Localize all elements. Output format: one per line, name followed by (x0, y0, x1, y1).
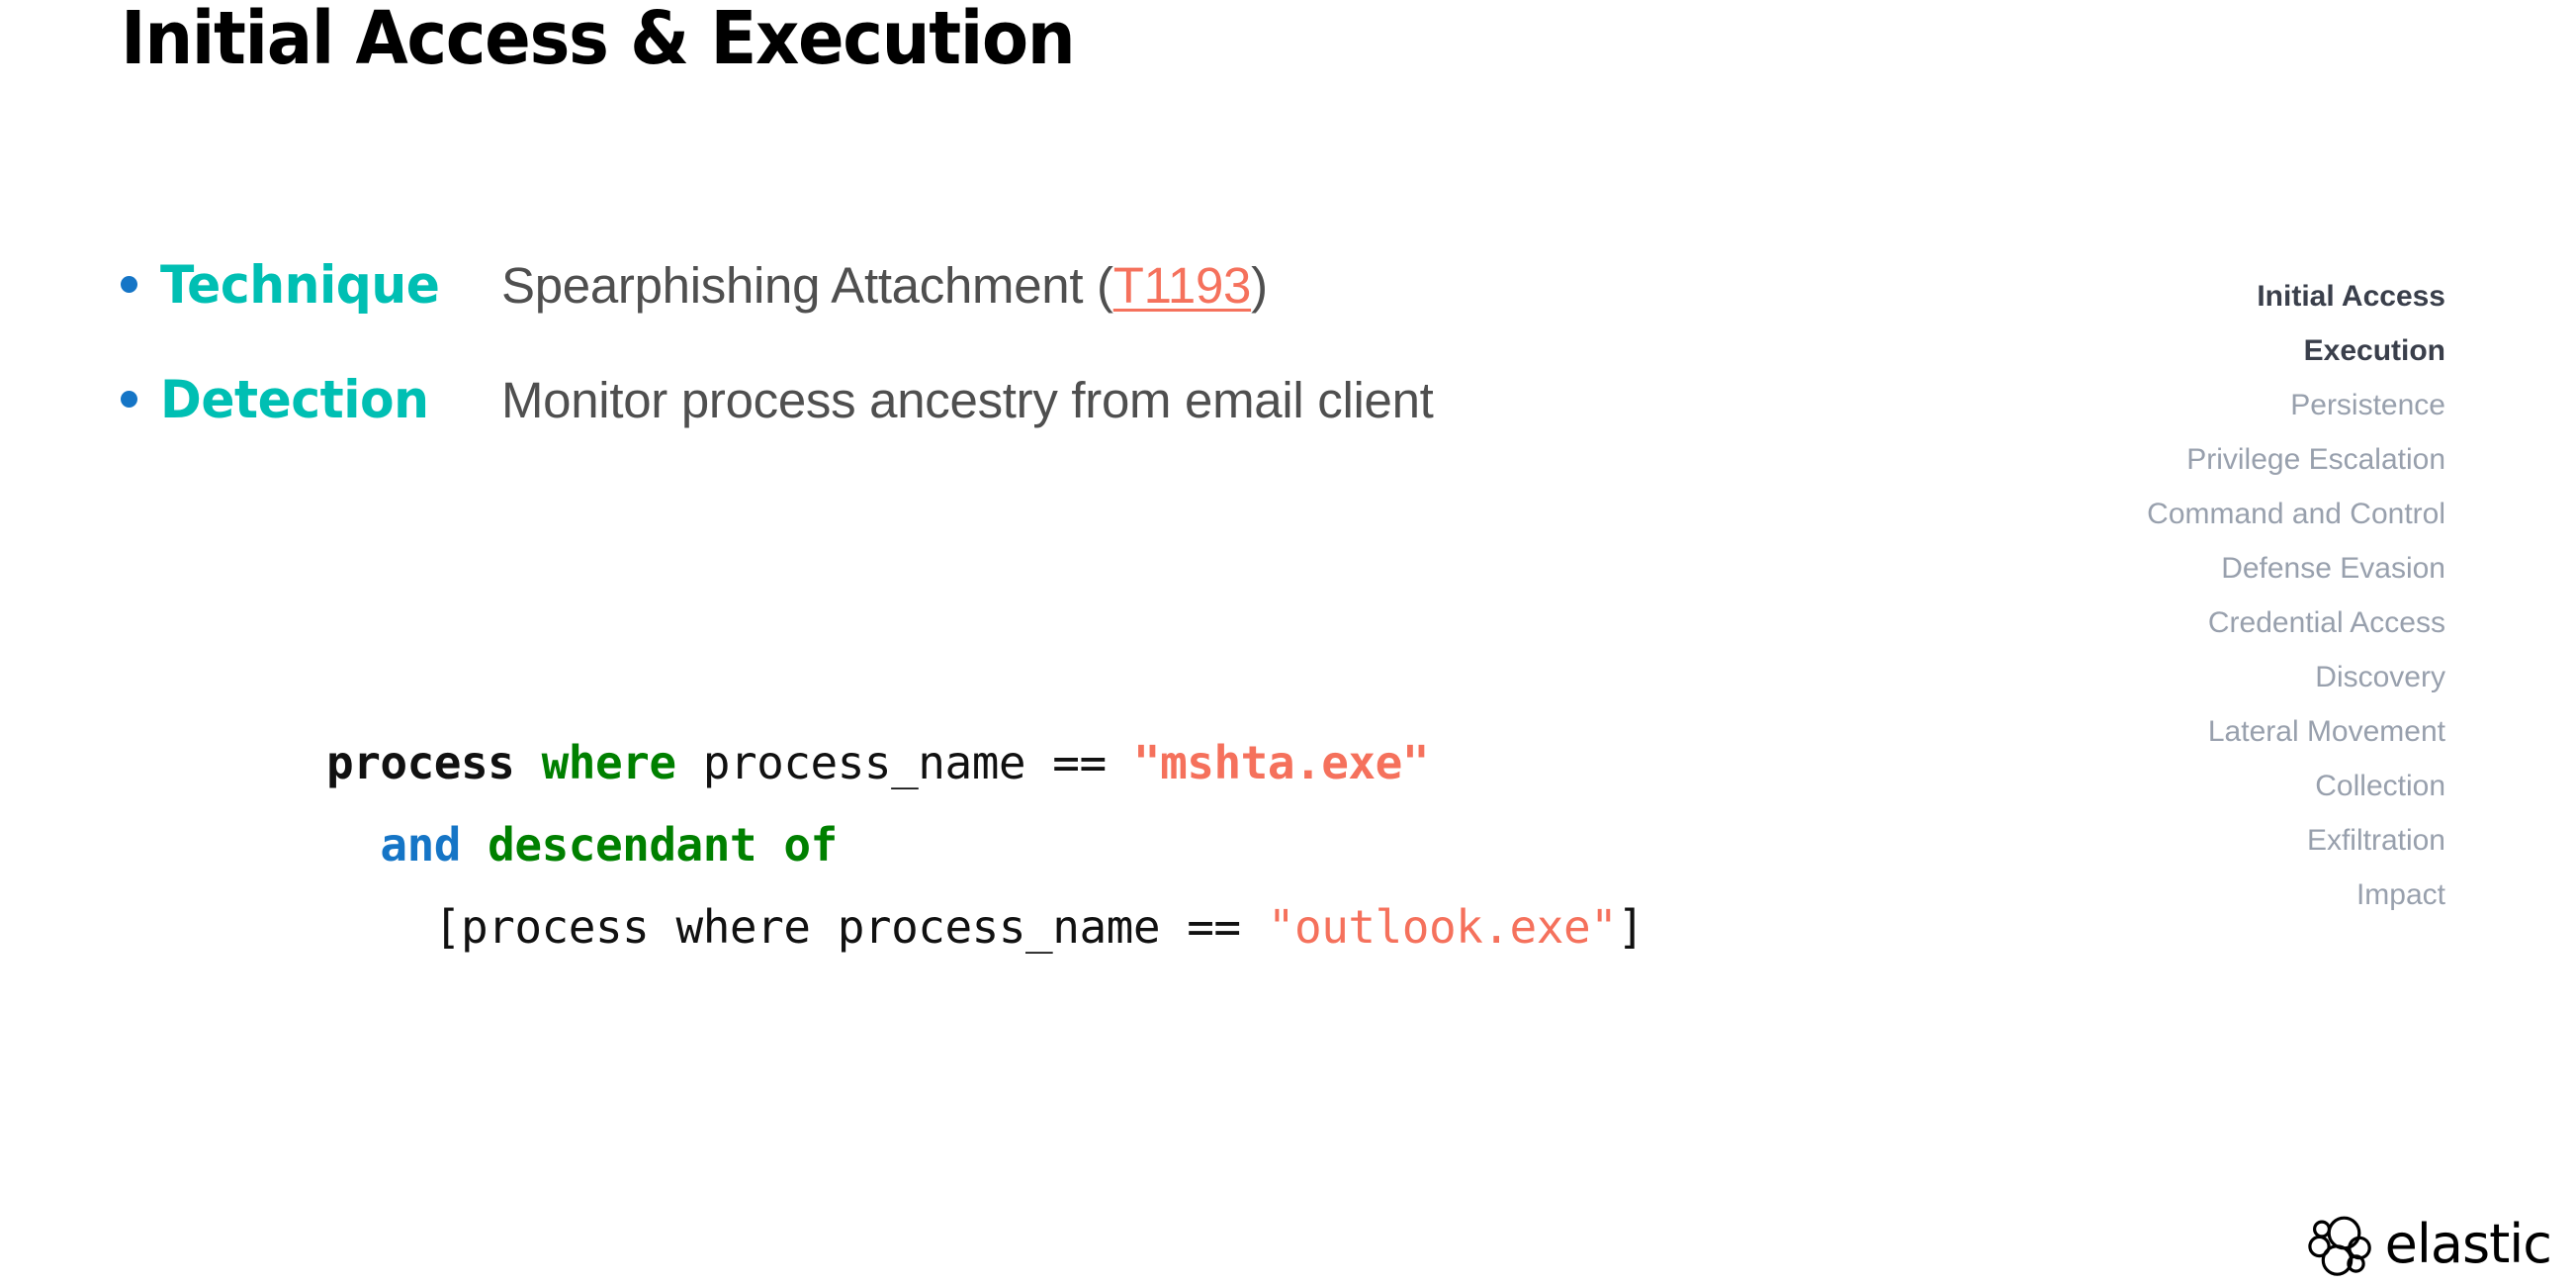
code-subquery-expression: [process where process_name == (433, 900, 1268, 954)
bullet-text-detection: Monitor process ancestry from email clie… (501, 371, 1434, 429)
code-keyword-process: process (326, 736, 515, 789)
list-item: Technique Spearphishing Attachment (T119… (121, 255, 1999, 370)
sidebar-item-execution[interactable]: Execution (2147, 323, 2445, 378)
technique-paren-close: ) (1251, 257, 1268, 314)
code-keyword-and: and (380, 818, 461, 872)
technique-id-link[interactable]: T1193 (1113, 257, 1252, 314)
code-keyword-descendant-of: descendant of (460, 818, 838, 872)
eql-code-block: process where process_name == "mshta.exe… (326, 722, 1644, 968)
elastic-logo: elastic (2307, 1213, 2552, 1277)
sidebar-item-impact[interactable]: Impact (2147, 868, 2445, 922)
sidebar-item-exfiltration[interactable]: Exfiltration (2147, 813, 2445, 868)
detection-description: Monitor process ancestry from email clie… (501, 372, 1434, 428)
code-bracket-close: ] (1617, 900, 1644, 954)
list-item: Detection Monitor process ancestry from … (121, 370, 1999, 485)
sidebar-item-privilege-escalation[interactable]: Privilege Escalation (2147, 432, 2445, 487)
bullet-label-detection: Detection (160, 370, 429, 430)
sidebar-item-discovery[interactable]: Discovery (2147, 650, 2445, 704)
elastic-cluster-icon (2307, 1216, 2371, 1276)
bullet-dot-icon (121, 276, 160, 293)
bullet-list: Technique Spearphishing Attachment (T119… (121, 255, 1999, 485)
sidebar-item-collection[interactable]: Collection (2147, 759, 2445, 813)
sidebar-item-initial-access[interactable]: Initial Access (2147, 269, 2445, 323)
bullet-label-technique: Technique (160, 255, 440, 316)
sidebar-item-persistence[interactable]: Persistence (2147, 378, 2445, 432)
code-keyword-where: where (541, 736, 676, 789)
code-indent-line2 (326, 818, 380, 872)
sidebar-item-lateral-movement[interactable]: Lateral Movement (2147, 704, 2445, 759)
code-string-outlook: "outlook.exe" (1267, 900, 1618, 954)
page-title: Initial Access & Execution (121, 0, 1076, 81)
code-field-expression: process_name == (675, 736, 1133, 789)
bullet-text-technique: Spearphishing Attachment (T1193) (501, 256, 1268, 315)
sidebar-item-credential-access[interactable]: Credential Access (2147, 596, 2445, 650)
bullet-dot-icon (121, 391, 160, 408)
elastic-wordmark: elastic (2384, 1213, 2552, 1275)
code-string-mshta: "mshta.exe" (1132, 736, 1430, 789)
sidebar-item-command-and-control[interactable]: Command and Control (2147, 487, 2445, 541)
sidebar-item-defense-evasion[interactable]: Defense Evasion (2147, 541, 2445, 596)
technique-description: Spearphishing Attachment ( (501, 257, 1113, 314)
tactic-sidebar: Initial Access Execution Persistence Pri… (2147, 269, 2445, 922)
code-indent-line3 (326, 900, 434, 954)
